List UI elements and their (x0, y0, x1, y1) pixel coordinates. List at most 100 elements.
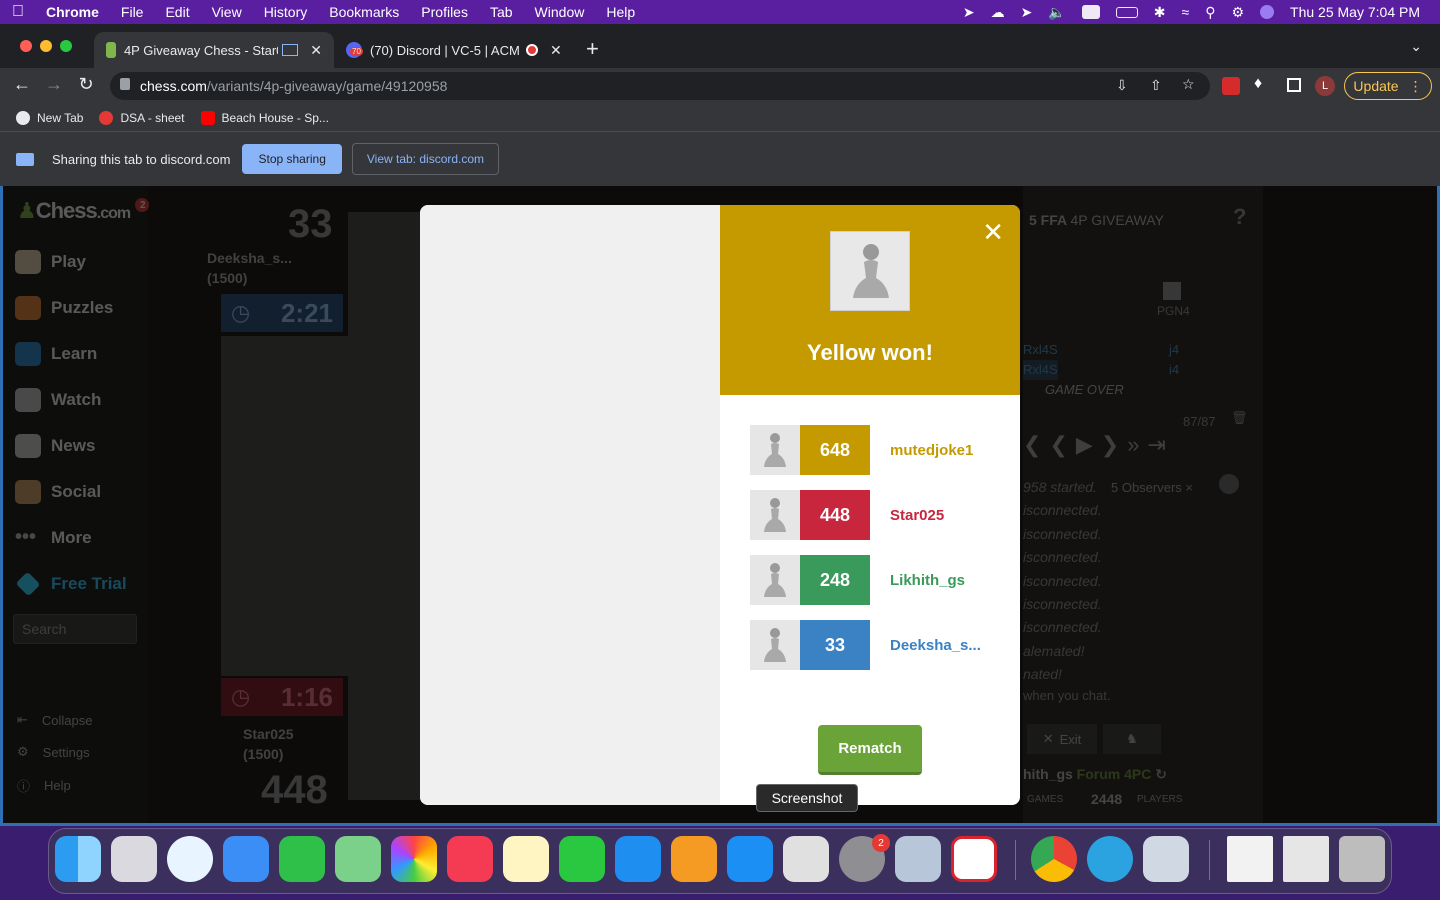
player-name[interactable]: Deeksha_s... (890, 637, 981, 654)
close-tab-icon[interactable]: ✕ (310, 42, 322, 59)
menu-window[interactable]: Window (535, 4, 585, 20)
game-over-modal: ✕ Yellow won! 648 mutedjoke1 448 Star025 248… (420, 205, 1020, 805)
tab-search-chevron-icon[interactable]: ⌄ (1410, 38, 1422, 55)
dock-divider (1209, 840, 1210, 880)
install-icon[interactable]: ⇩ (1116, 77, 1128, 94)
discord-tab-badge: 70 (350, 47, 363, 56)
address-toolbar: ← → ↻ chess.com/variants/4p-giveaway/gam… (0, 68, 1440, 104)
maps-icon[interactable] (335, 836, 381, 882)
minimize-window-button[interactable] (40, 40, 52, 52)
url-field[interactable]: chess.com/variants/4p-giveaway/game/4912… (110, 72, 1210, 100)
jay-bird-app-icon[interactable] (895, 836, 941, 882)
player-score: 448 (800, 490, 870, 540)
player-avatar (750, 425, 800, 475)
player-avatar (750, 555, 800, 605)
browser-tab-strip: 4P Giveaway Chess - Star0 ✕ 70 (70) Disc… (0, 24, 1440, 68)
location-icon[interactable]: ➤ (963, 4, 975, 21)
battery-icon[interactable] (1115, 6, 1138, 18)
close-modal-icon[interactable]: ✕ (982, 217, 1004, 248)
menu-view[interactable]: View (212, 4, 242, 20)
chrome-icon[interactable] (1031, 836, 1077, 882)
bookmarks-bar: New Tab DSA - sheet Beach House - Sp... (0, 104, 1440, 132)
result-row: 248 Likhith_gs (750, 555, 1010, 605)
photos-icon[interactable] (391, 836, 437, 882)
trash-can-icon[interactable] (1339, 836, 1385, 882)
finder-icon[interactable] (55, 836, 101, 882)
side-panel-icon[interactable] (1287, 78, 1301, 92)
display-icon[interactable] (1081, 5, 1100, 19)
winner-title: Yellow won! (807, 340, 933, 365)
menu-bookmarks[interactable]: Bookmarks (329, 4, 399, 20)
bookmark-beach-house[interactable]: Beach House - Sp... (200, 110, 329, 125)
preview-icon[interactable] (1143, 836, 1189, 882)
menu-history[interactable]: History (264, 4, 308, 20)
music-icon[interactable] (447, 836, 493, 882)
close-window-button[interactable] (20, 40, 32, 52)
bookmark-new-tab[interactable]: New Tab (16, 110, 83, 125)
pawn-avatar-icon (764, 498, 786, 532)
menu-help[interactable]: Help (606, 4, 635, 20)
player-avatar (750, 620, 800, 670)
tuf-icon (99, 110, 114, 125)
menu-profiles[interactable]: Profiles (421, 4, 468, 20)
share-icon[interactable]: ⇧ (1150, 77, 1162, 94)
forward-arrow-icon[interactable]: → (44, 74, 64, 95)
bookmark-star-icon[interactable]: ☆ (1182, 76, 1195, 93)
close-tab-icon[interactable]: ✕ (550, 42, 562, 59)
extensions-puzzle-icon[interactable]: ♦ (1254, 75, 1262, 93)
menubar-datetime[interactable]: Thu 25 May 7:04 PM (1290, 4, 1420, 20)
menu-file[interactable]: File (121, 4, 144, 20)
settings-badge: 2 (872, 834, 890, 852)
profile-avatar[interactable]: L (1315, 76, 1335, 96)
zoom-window-button[interactable] (60, 40, 72, 52)
screenshot-app-icon[interactable] (783, 836, 829, 882)
window-stack-icon[interactable] (1283, 836, 1329, 882)
mail-icon[interactable] (223, 836, 269, 882)
bluetooth-icon[interactable]: ✱ (1154, 4, 1166, 21)
modal-header: ✕ Yellow won! (720, 205, 1020, 395)
lock-icon[interactable] (120, 78, 130, 90)
siri-icon[interactable] (1260, 5, 1275, 19)
new-tab-button[interactable]: + (586, 36, 599, 62)
sharing-text: Sharing this tab to discord.com (52, 151, 231, 167)
bookmark-dsa-sheet[interactable]: DSA - sheet (99, 110, 185, 125)
facetime-icon[interactable] (279, 836, 325, 882)
result-row: 448 Star025 (750, 490, 1010, 540)
menubar-app-name[interactable]: Chrome (46, 4, 99, 20)
kebab-menu-icon[interactable]: ⋮ (1409, 78, 1423, 95)
tab-chess[interactable]: 4P Giveaway Chess - Star0 ✕ (94, 32, 334, 68)
launchpad-icon[interactable] (111, 836, 157, 882)
player-name[interactable]: Star025 (890, 507, 944, 524)
spotlight-icon[interactable]: ⚲ (1205, 4, 1215, 21)
volume-icon[interactable]: 🔈 (1048, 4, 1065, 21)
autocad-icon[interactable] (951, 836, 997, 882)
reload-icon[interactable]: ↻ (76, 74, 96, 95)
notes-icon[interactable] (503, 836, 549, 882)
player-name[interactable]: Likhith_gs (890, 572, 965, 589)
pawn-avatar-icon (853, 244, 889, 298)
wifi-icon[interactable]: ≈ (1182, 4, 1190, 20)
tab-discord[interactable]: 70 (70) Discord | VC-5 | ACM ✕ (334, 32, 574, 68)
cloud-icon[interactable]: ☁ (991, 4, 1005, 21)
pages-icon[interactable] (671, 836, 717, 882)
numbers-icon[interactable] (559, 836, 605, 882)
safari-icon[interactable] (167, 836, 213, 882)
stop-sharing-button[interactable]: Stop sharing (242, 144, 342, 174)
view-tab-button[interactable]: View tab: discord.com (351, 143, 500, 175)
result-row: 33 Deeksha_s... (750, 620, 1010, 670)
telegram-icon[interactable] (1087, 836, 1133, 882)
menu-tab[interactable]: Tab (490, 4, 513, 20)
back-arrow-icon[interactable]: ← (12, 74, 32, 95)
control-center-icon[interactable]: ⚙ (1231, 4, 1244, 21)
telegram-status-icon[interactable]: ➤ (1021, 4, 1033, 21)
app-store-icon[interactable] (727, 836, 773, 882)
keynote-icon[interactable] (615, 836, 661, 882)
player-score: 248 (800, 555, 870, 605)
apple-icon[interactable]:  (12, 3, 24, 21)
extension-red-icon[interactable] (1222, 77, 1240, 95)
rematch-button[interactable]: Rematch (818, 725, 922, 775)
menu-edit[interactable]: Edit (165, 4, 189, 20)
player-name[interactable]: mutedjoke1 (890, 442, 973, 459)
update-button[interactable]: Update ⋮ (1344, 72, 1432, 100)
pdf-document-icon[interactable] (1227, 836, 1273, 882)
